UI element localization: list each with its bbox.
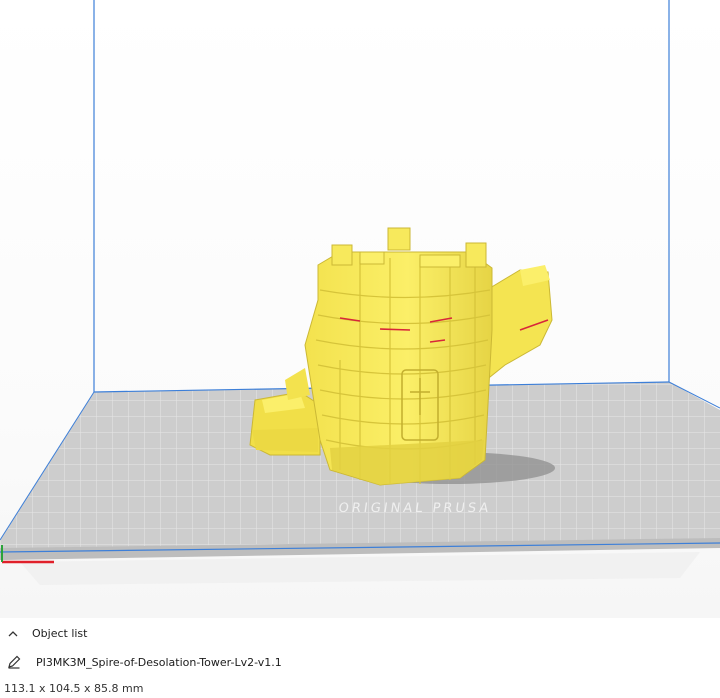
object-list-toggle[interactable]: Object list [6, 624, 87, 642]
3d-viewport[interactable]: ORIGINAL PRUSA Object list PI3MK3M_Spire… [0, 0, 720, 698]
object-dimensions: 113.1 x 104.5 x 85.8 mm [4, 681, 144, 695]
plate-watermark: ORIGINAL PRUSA [337, 501, 492, 516]
pencil-icon[interactable] [6, 654, 22, 670]
chevron-up-icon[interactable] [6, 626, 20, 640]
object-file-row: PI3MK3M_Spire-of-Desolation-Tower-Lv2-v1… [6, 653, 282, 671]
scene-canvas[interactable]: ORIGINAL PRUSA [0, 0, 720, 618]
object-list-panel: Object list PI3MK3M_Spire-of-Desolation-… [0, 618, 720, 698]
object-list-label: Object list [32, 626, 88, 640]
object-file-name[interactable]: PI3MK3M_Spire-of-Desolation-Tower-Lv2-v1… [36, 656, 282, 669]
